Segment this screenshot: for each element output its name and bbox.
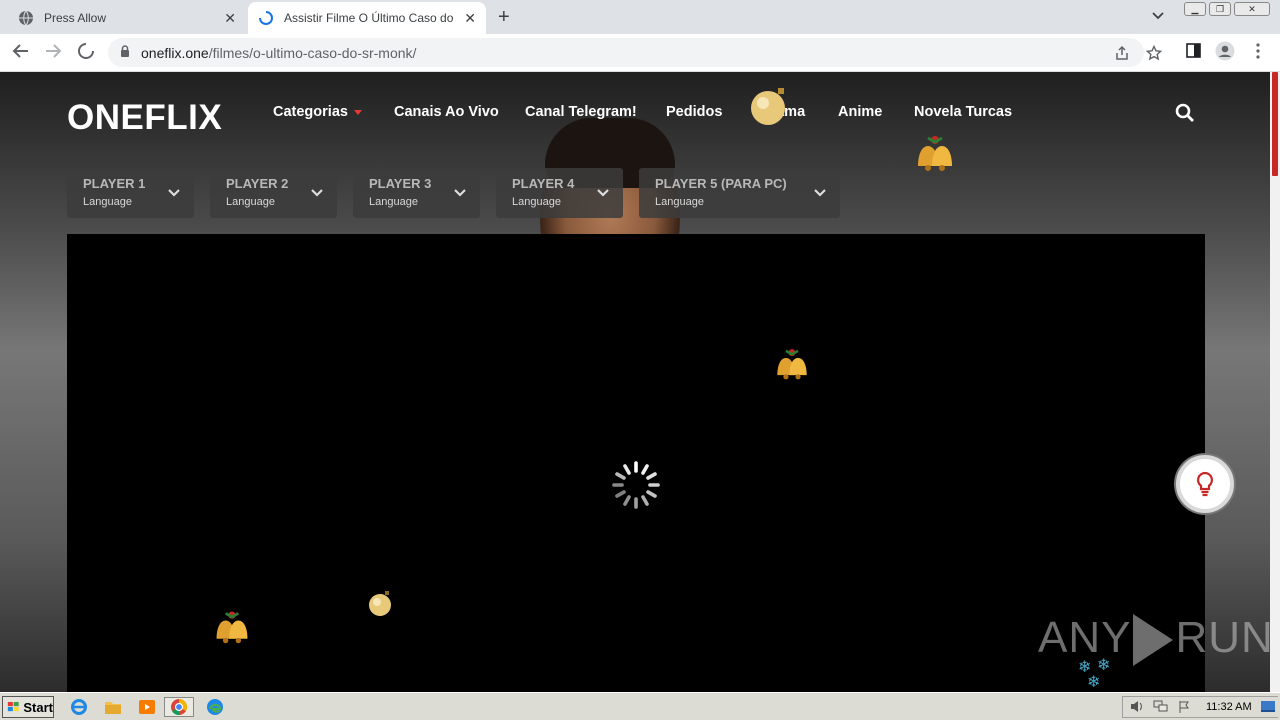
show-desktop-icon[interactable]: [1261, 701, 1275, 715]
nav-canais-ao-vivo[interactable]: Canais Ao Vivo: [394, 104, 499, 120]
chevron-down-icon: [814, 184, 826, 202]
nav-canal-telegram[interactable]: Canal Telegram!: [525, 104, 637, 120]
windows-taskbar: Start 11:32 AM: [0, 692, 1280, 720]
media-player-icon[interactable]: [136, 697, 158, 717]
christmas-bells-icon: [918, 136, 952, 171]
player-4-button[interactable]: PLAYER 4 Language: [496, 168, 623, 218]
player-name: PLAYER 1: [83, 176, 146, 191]
file-explorer-icon[interactable]: [102, 697, 124, 717]
browser-tab-strip: Press Allow ✕ Assistir Filme O Último Ca…: [0, 0, 1280, 34]
forward-button[interactable]: [44, 42, 62, 64]
play-triangle-icon: [1133, 614, 1174, 667]
christmas-ornament-icon: [369, 591, 391, 616]
player-2-button[interactable]: PLAYER 2 Language: [210, 168, 337, 218]
player-name: PLAYER 2: [226, 176, 289, 191]
player-name: PLAYER 3: [369, 176, 432, 191]
page-viewport: ONEFLIX Categorias Canais Ao Vivo Canal …: [0, 72, 1270, 692]
tab-press-allow[interactable]: Press Allow ✕: [8, 2, 246, 34]
restore-window-button[interactable]: ❐: [1209, 2, 1231, 16]
player-3-button[interactable]: PLAYER 3 Language: [353, 168, 480, 218]
address-bar[interactable]: oneflix.one/filmes/o-ultimo-caso-do-sr-m…: [108, 38, 1163, 67]
action-center-flag-icon[interactable]: [1178, 700, 1191, 716]
loading-spinner-icon: [258, 10, 274, 26]
scrollbar-thumb[interactable]: [1272, 72, 1278, 176]
share-icon[interactable]: [1114, 45, 1130, 65]
christmas-bells-icon: [777, 349, 807, 380]
new-tab-button[interactable]: +: [498, 7, 510, 27]
search-icon[interactable]: [1175, 103, 1195, 128]
volume-icon[interactable]: [1130, 700, 1144, 716]
player-1-button[interactable]: PLAYER 1 Language: [67, 168, 194, 218]
christmas-ornament-icon: [751, 88, 785, 125]
chrome-taskbar-icon[interactable]: [164, 697, 194, 717]
tab-close-button[interactable]: ✕: [224, 10, 236, 26]
stop-loading-button[interactable]: [77, 42, 95, 64]
anyrun-watermark: ANY RUN: [1038, 613, 1270, 667]
chevron-down-icon: [454, 184, 466, 202]
chevron-down-icon: [311, 184, 323, 202]
windows-logo-icon: [7, 701, 19, 712]
dropdown-caret-icon: [353, 109, 362, 115]
nav-anime[interactable]: Anime: [838, 104, 882, 120]
nav-novela-turcas[interactable]: Novela Turcas: [914, 104, 1012, 120]
browser-toolbar: oneflix.one/filmes/o-ultimo-caso-do-sr-m…: [0, 34, 1280, 72]
nav-pedidos[interactable]: Pedidos: [666, 104, 722, 120]
minimize-window-button[interactable]: ▁: [1184, 2, 1206, 16]
player-name: PLAYER 5 (PARA PC): [655, 176, 787, 191]
start-button[interactable]: Start: [2, 696, 54, 718]
side-panel-icon[interactable]: [1186, 43, 1201, 62]
lock-icon[interactable]: [120, 45, 130, 63]
profile-avatar-icon[interactable]: [1215, 41, 1235, 65]
player-name: PLAYER 4: [512, 176, 575, 191]
player-language: Language: [512, 196, 561, 208]
player-language: Language: [83, 196, 132, 208]
url-path: /filmes/o-ultimo-caso-do-sr-monk/: [208, 45, 417, 61]
nav-label: Categorias: [273, 104, 348, 120]
site-logo[interactable]: ONEFLIX: [67, 98, 222, 138]
lightbulb-icon: [1196, 471, 1214, 497]
network-icon[interactable]: [1153, 700, 1168, 716]
internet-explorer-icon[interactable]: [68, 697, 90, 717]
player-language: Language: [226, 196, 275, 208]
close-window-button[interactable]: ✕: [1234, 2, 1270, 16]
watermark-right: RUN: [1175, 613, 1270, 662]
tab-title: Press Allow: [44, 11, 107, 25]
back-button[interactable]: [12, 42, 30, 64]
url-domain: oneflix.one: [141, 45, 209, 61]
chevron-down-icon: [597, 184, 609, 202]
tab-close-button[interactable]: ✕: [464, 10, 476, 26]
lamp-toggle-button[interactable]: [1176, 455, 1234, 513]
player-5-button[interactable]: PLAYER 5 (PARA PC) Language: [639, 168, 840, 218]
taskbar-clock[interactable]: 11:32 AM: [1206, 701, 1252, 713]
globe-icon: [18, 10, 34, 26]
bookmark-star-icon[interactable]: [1145, 44, 1163, 65]
tab-title: Assistir Filme O Último Caso do Sr. Monk: [284, 11, 454, 25]
url-text: oneflix.one/filmes/o-ultimo-caso-do-sr-m…: [141, 45, 416, 61]
player-language: Language: [655, 196, 704, 208]
player-language: Language: [369, 196, 418, 208]
tab-oneflix-active[interactable]: Assistir Filme O Último Caso do Sr. Monk…: [248, 2, 486, 34]
christmas-bells-icon: [216, 611, 248, 644]
edge-taskbar-icon[interactable]: [204, 697, 226, 717]
snowflake-icon: ❄: [1087, 674, 1101, 691]
tab-search-dropdown[interactable]: [1152, 7, 1164, 23]
chevron-down-icon: [168, 184, 180, 202]
browser-menu-icon[interactable]: [1256, 43, 1260, 63]
system-tray: [1122, 696, 1278, 718]
nav-categorias[interactable]: Categorias: [273, 104, 362, 120]
page-scrollbar[interactable]: [1270, 72, 1280, 692]
start-label: Start: [23, 699, 53, 715]
loading-spinner-icon: [612, 461, 660, 509]
watermark-left: ANY: [1038, 613, 1132, 662]
